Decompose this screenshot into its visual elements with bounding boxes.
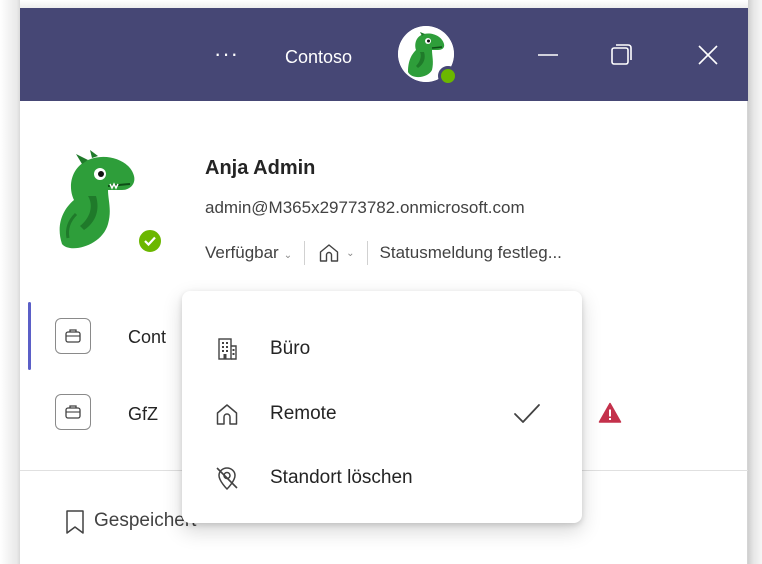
organization-name[interactable]: Contoso: [285, 46, 352, 68]
presence-label: Verfügbar: [205, 243, 279, 262]
bookmark-icon: [66, 510, 84, 534]
window-shadow-right: [748, 0, 762, 564]
more-options-button[interactable]: ···: [214, 42, 239, 66]
divider: [366, 241, 368, 265]
location-dropdown[interactable]: ⌄: [317, 241, 355, 265]
location-menu: Büro Remote Standort löschen: [182, 291, 582, 523]
status-row: Verfügbar ⌄ ⌄ Statusmeldung festleg...: [205, 240, 562, 266]
close-button[interactable]: [688, 38, 728, 72]
window-shadow-top: [0, 0, 762, 8]
checkmark-icon: [514, 404, 540, 423]
divider: [304, 241, 306, 265]
profile-email: admin@M365x29773782.onmicrosoft.com: [205, 198, 525, 217]
title-bar: ··· Contoso: [20, 8, 748, 101]
menu-item-label: Büro: [270, 338, 311, 359]
chevron-down-icon: ⌄: [283, 250, 293, 261]
restore-icon: [611, 44, 632, 65]
profile-avatar[interactable]: [48, 148, 148, 256]
set-status-message-button[interactable]: Statusmeldung festleg...: [380, 243, 562, 263]
panel-edge: [747, 101, 748, 564]
close-icon: [698, 45, 718, 65]
account-label: Cont: [128, 327, 167, 347]
dinosaur-avatar-icon: [59, 150, 135, 249]
active-account-indicator: [28, 302, 31, 370]
menu-item-label: Remote: [270, 403, 337, 424]
chevron-down-icon: ⌄: [346, 247, 355, 259]
presence-status-icon: [438, 66, 458, 86]
minimize-button[interactable]: [528, 38, 568, 72]
profile-name: Anja Admin: [205, 157, 316, 179]
briefcase-icon: [55, 318, 91, 354]
location-menu-item-clear[interactable]: Standort löschen: [182, 448, 582, 508]
menu-item-label: Standort löschen: [270, 467, 413, 488]
window-shadow-left: [0, 0, 20, 564]
location-menu-item-office[interactable]: Büro: [182, 319, 582, 379]
home-icon: [319, 244, 339, 262]
teams-window: ··· Contoso Anja Admin admin@M365x297737…: [20, 8, 748, 564]
presence-dropdown[interactable]: Verfügbar ⌄: [205, 243, 292, 263]
account-label: GfZ: [128, 404, 158, 424]
checkmark-icon: [144, 236, 156, 247]
presence-status-icon: [136, 227, 164, 255]
restore-button[interactable]: [601, 38, 641, 72]
warning-icon: [598, 402, 622, 423]
minimize-icon: [538, 54, 558, 56]
location-menu-item-remote[interactable]: Remote: [182, 384, 582, 444]
home-icon: [216, 404, 238, 425]
location-off-icon: [216, 467, 238, 491]
building-icon: [218, 338, 237, 360]
briefcase-icon: [55, 394, 91, 430]
